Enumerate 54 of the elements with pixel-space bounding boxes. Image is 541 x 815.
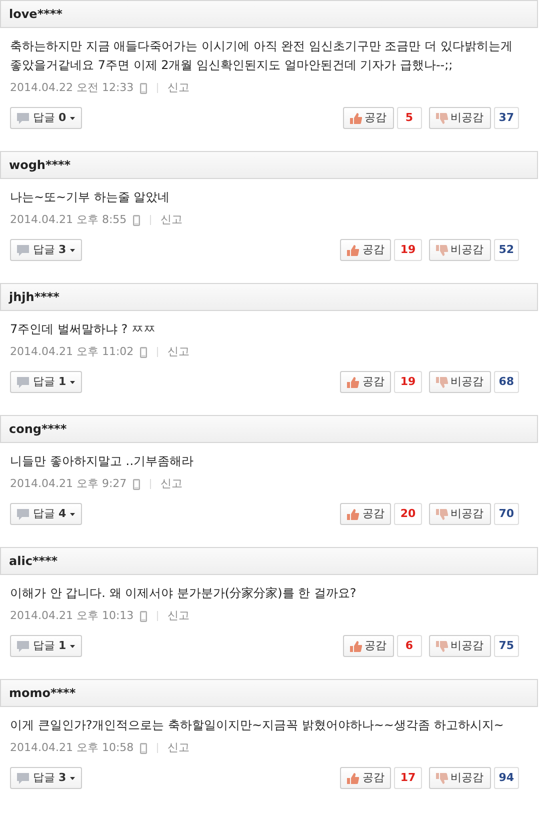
dislike-button[interactable]: 비공감 xyxy=(428,767,491,789)
like-count: 20 xyxy=(394,503,422,525)
comment-text: 이게 큰일인가?개인적으로는 축하할일이지만~지금꼭 밝혔어야하나~~생각좀 하고하시지~ xyxy=(9,717,505,734)
report-link[interactable]: 신고 xyxy=(168,344,190,360)
comment-text: 축하는하지만 지금 애들다죽어가는 이시기에 아직 완전 임신초기구만 조금만 더 있다밝히는게 좋았을거같네요 7주면 이제 2개월 임신확인된지도 얼마안된건데 기자가 급했나--;; xyxy=(9,38,514,74)
like-button[interactable]: 공감 xyxy=(340,503,392,525)
like-count: 19 xyxy=(394,371,422,393)
report-link[interactable]: 신고 xyxy=(168,80,190,96)
comment-date: 2014.04.22 오전 12:33 xyxy=(10,80,134,96)
dislike-button[interactable]: 비공감 xyxy=(428,635,491,657)
like-button[interactable]: 공감 xyxy=(342,635,394,657)
author-name: jhjh**** xyxy=(9,289,60,306)
dislike-button[interactable]: 비공감 xyxy=(428,107,491,129)
like-count: 5 xyxy=(396,107,422,129)
author-name: love**** xyxy=(9,6,62,23)
comment-text: 7주인데 벌써말하냐 ? ㅉㅉ xyxy=(9,321,156,338)
comment-text: 니들만 좋아하지말고 ‥기부좀해라 xyxy=(9,453,195,470)
author-name: cong**** xyxy=(9,421,67,438)
author-name: wogh**** xyxy=(9,157,71,174)
comment-date: 2014.04.21 오후 10:58 xyxy=(10,740,134,756)
dislike-count: 94 xyxy=(494,767,519,789)
reply-button[interactable]: 답글 3 xyxy=(10,239,82,261)
author-name: alic**** xyxy=(9,553,58,570)
comment-date: 2014.04.21 오후 11:02 xyxy=(10,344,134,360)
dislike-button[interactable]: 비공감 xyxy=(428,503,491,525)
report-link[interactable]: 신고 xyxy=(160,476,183,492)
author-name: momo**** xyxy=(9,685,76,702)
reply-button[interactable]: 답글 1 xyxy=(10,635,82,657)
like-count: 17 xyxy=(394,767,422,789)
report-link[interactable]: 신고 xyxy=(168,608,190,624)
reply-button[interactable]: 답글 3 xyxy=(10,767,82,789)
comment-date: 2014.04.21 오후 10:13 xyxy=(10,608,134,624)
like-button[interactable]: 공감 xyxy=(340,767,392,789)
dislike-count: 75 xyxy=(494,635,519,657)
dislike-button[interactable]: 비공감 xyxy=(428,371,491,393)
dislike-count: 68 xyxy=(494,371,519,393)
dislike-count: 70 xyxy=(494,503,519,525)
comment-date: 2014.04.21 오후 8:55 xyxy=(10,212,127,228)
dislike-button[interactable]: 비공감 xyxy=(428,239,491,261)
reply-button[interactable]: 답글 1 xyxy=(10,371,82,393)
comment-text: 이해가 안 갑니다. 왜 이제서야 분가분가(分家分家)를 한 걸까요? xyxy=(9,585,358,602)
reply-button[interactable]: 답글 0 xyxy=(10,107,82,129)
like-button[interactable]: 공감 xyxy=(340,239,392,261)
comment-date: 2014.04.21 오후 9:27 xyxy=(10,476,127,492)
like-button[interactable]: 공감 xyxy=(342,107,394,129)
comment-text: 나는~또~기부 하는줄 알았네 xyxy=(9,189,171,206)
dislike-count: 52 xyxy=(494,239,519,261)
like-button[interactable]: 공감 xyxy=(340,371,392,393)
report-link[interactable]: 신고 xyxy=(160,212,183,228)
like-count: 6 xyxy=(396,635,422,657)
like-count: 19 xyxy=(394,239,422,261)
reply-button[interactable]: 답글 4 xyxy=(10,503,82,525)
dislike-count: 37 xyxy=(494,107,519,129)
report-link[interactable]: 신고 xyxy=(168,740,190,756)
